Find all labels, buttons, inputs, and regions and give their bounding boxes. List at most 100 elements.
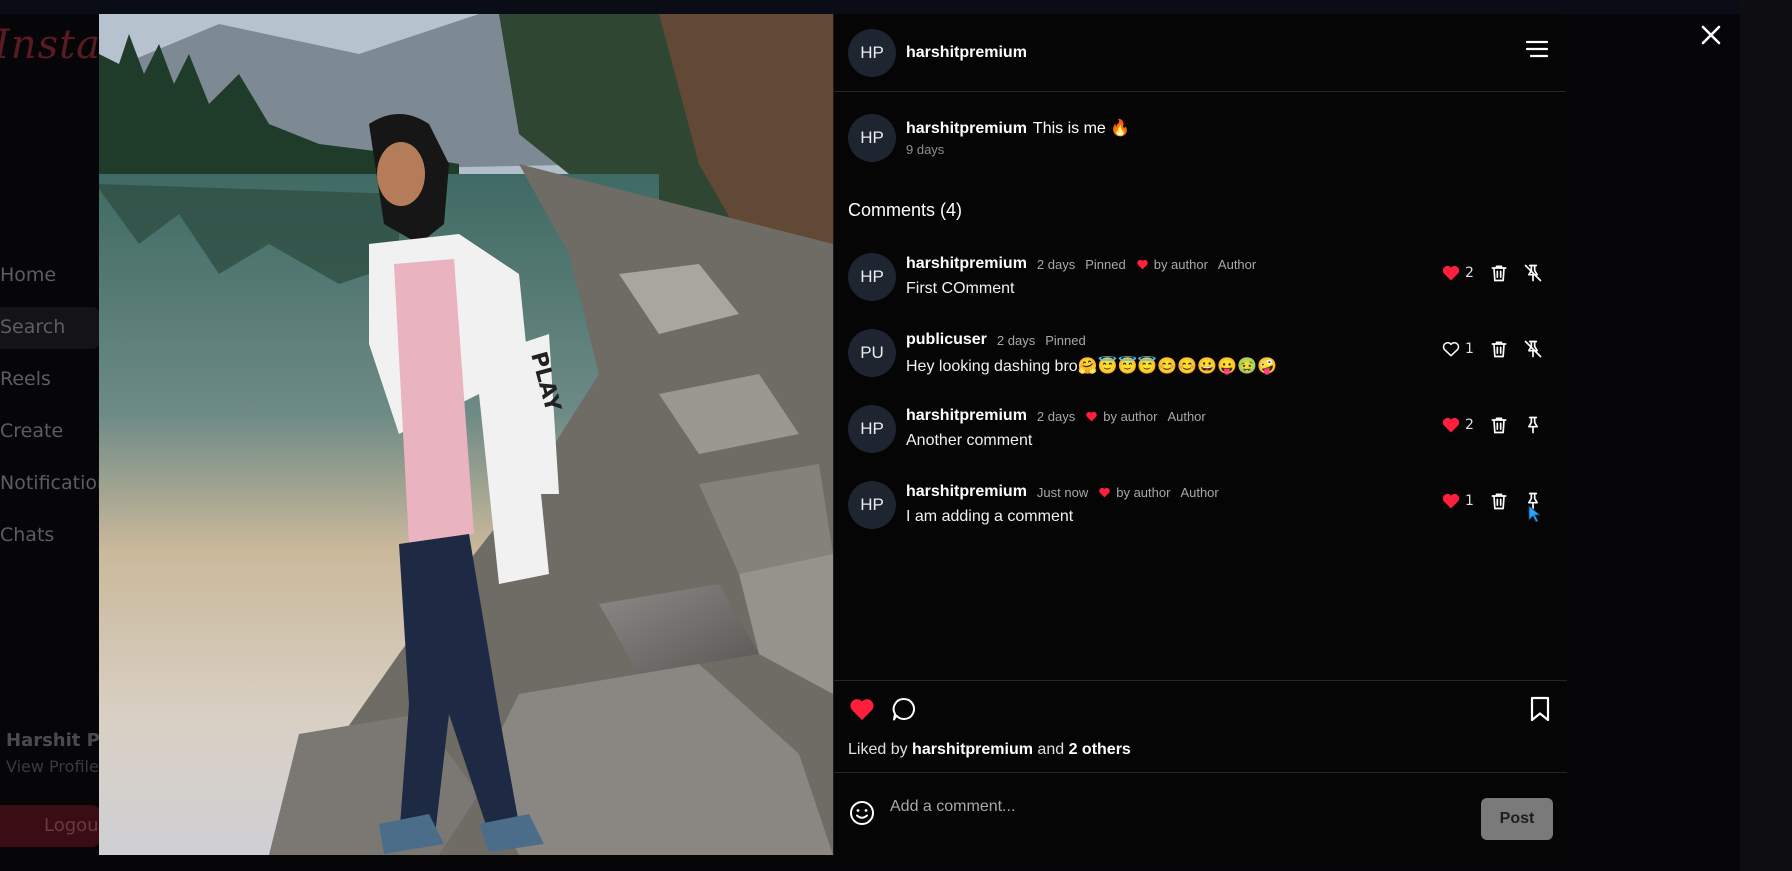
comment-actions: 2 bbox=[1441, 263, 1543, 283]
unpin-comment-button[interactable] bbox=[1523, 339, 1543, 359]
caption-text-block: harshitpremium This is me 🔥 9 days bbox=[906, 114, 1130, 162]
sidebar-profile-link[interactable]: View Profile bbox=[6, 757, 99, 776]
comment-item: HP harshitpremium Just now by author Aut… bbox=[848, 481, 1553, 537]
comment-like-button[interactable]: 1 bbox=[1441, 339, 1475, 359]
post-action-bar: Liked by harshitpremium and 2 others bbox=[834, 680, 1567, 772]
avatar[interactable]: HP bbox=[848, 481, 896, 529]
comment-like-count: 2 bbox=[1465, 417, 1474, 433]
comment-like-button[interactable]: 2 bbox=[1441, 263, 1475, 283]
comment-time: Just now bbox=[1036, 484, 1089, 500]
avatar[interactable]: HP bbox=[848, 253, 896, 301]
pinned-label: Pinned bbox=[1085, 256, 1126, 272]
right-backdrop bbox=[1740, 0, 1792, 871]
author-badge: Author bbox=[1167, 408, 1206, 424]
save-post-button[interactable] bbox=[1527, 695, 1553, 723]
comment-input[interactable] bbox=[890, 789, 1450, 825]
nav-item-reels[interactable]: Reels bbox=[0, 359, 100, 411]
trash-icon bbox=[1491, 265, 1507, 282]
like-post-button[interactable] bbox=[848, 695, 876, 723]
comments-title: Comments (4) bbox=[848, 200, 963, 220]
comment-time: 2 days bbox=[1036, 408, 1076, 424]
nav-item-search[interactable]: Search bbox=[0, 307, 100, 349]
author-badge: Author bbox=[1217, 256, 1257, 272]
trash-icon bbox=[1491, 417, 1507, 434]
pinned-label: Pinned bbox=[1045, 332, 1086, 348]
comment-like-count: 1 bbox=[1465, 493, 1474, 509]
comment-user[interactable]: publicuser bbox=[906, 331, 987, 349]
comment-user[interactable]: harshitpremium bbox=[906, 255, 1027, 273]
caption-body: This is me 🔥 bbox=[1032, 120, 1131, 137]
trash-icon bbox=[1491, 493, 1507, 510]
comment-like-button[interactable]: 1 bbox=[1441, 491, 1475, 511]
mouse-cursor-icon bbox=[1528, 505, 1542, 523]
liked-by-author-label: by author bbox=[1116, 484, 1171, 500]
nav-item-notifications[interactable]: Notifications bbox=[0, 463, 119, 515]
comment-item: HP harshitpremium 2 days by author Autho… bbox=[848, 405, 1553, 461]
avatar[interactable]: HP bbox=[848, 114, 896, 162]
liked-by-others[interactable]: 2 others bbox=[1069, 741, 1131, 758]
pin-icon bbox=[1528, 416, 1538, 434]
post-details-panel: HP harshitpremium HP harshitpremium This … bbox=[833, 14, 1567, 855]
comment-post-button[interactable] bbox=[890, 695, 918, 723]
comment-like-button[interactable]: 2 bbox=[1441, 415, 1475, 435]
nav-item-chats[interactable]: Chats bbox=[0, 515, 100, 567]
author-heart-icon bbox=[1099, 487, 1111, 497]
avatar[interactable]: HP bbox=[848, 405, 896, 453]
delete-comment-button[interactable] bbox=[1489, 339, 1509, 359]
heart-filled-icon bbox=[1442, 493, 1460, 509]
avatar[interactable]: HP bbox=[848, 28, 896, 77]
liked-by-user[interactable]: harshitpremium bbox=[912, 741, 1033, 758]
liked-by-prefix: Liked by bbox=[848, 741, 908, 758]
liked-by-author-label: by author bbox=[1103, 408, 1158, 424]
nav-item-home[interactable]: Home bbox=[0, 255, 100, 307]
post-comment-button[interactable]: Post bbox=[1481, 798, 1553, 840]
post-author[interactable]: harshitpremium bbox=[906, 44, 1027, 62]
speech-bubble-icon bbox=[892, 697, 915, 721]
unpin-icon bbox=[1524, 340, 1542, 358]
author-badge: Author bbox=[1180, 484, 1219, 500]
top-strip bbox=[0, 0, 1792, 14]
comment-user[interactable]: harshitpremium bbox=[906, 483, 1027, 501]
post-header: HP harshitpremium bbox=[834, 14, 1566, 92]
comment-item: HP harshitpremium 2 days Pinned by autho… bbox=[848, 253, 1553, 309]
comment-like-count: 1 bbox=[1465, 341, 1474, 357]
author-heart-icon bbox=[1136, 259, 1148, 269]
comment-like-count: 2 bbox=[1465, 265, 1474, 281]
caption-line: harshitpremium This is me 🔥 bbox=[906, 118, 1130, 138]
comment-time: 2 days bbox=[996, 332, 1036, 348]
heart-filled-icon bbox=[1442, 265, 1460, 281]
add-comment-box: Post bbox=[834, 772, 1567, 855]
comment-user[interactable]: harshitpremium bbox=[906, 407, 1027, 425]
bookmark-icon bbox=[1530, 696, 1550, 722]
avatar[interactable]: PU bbox=[848, 329, 896, 377]
author-heart-icon bbox=[1086, 411, 1098, 421]
background-nav: Home Search Reels Create Notifications C… bbox=[0, 255, 119, 567]
menu-icon[interactable] bbox=[1524, 36, 1550, 62]
logout-button[interactable]: Logout bbox=[0, 805, 106, 847]
post-image: PLAY bbox=[99, 14, 833, 855]
nav-item-create[interactable]: Create bbox=[0, 411, 100, 463]
post-caption: HP harshitpremium This is me 🔥 9 days bbox=[848, 114, 1130, 162]
emoji-picker-button[interactable] bbox=[848, 799, 876, 827]
delete-comment-button[interactable] bbox=[1489, 491, 1509, 511]
smiley-icon bbox=[850, 801, 874, 825]
pin-comment-button[interactable] bbox=[1523, 415, 1543, 435]
delete-comment-button[interactable] bbox=[1489, 415, 1509, 435]
comment-text: Hey looking dashing bro🤗😇😇😇😊😊😀😛🤢🤪 bbox=[906, 358, 1277, 375]
post-modal: PLAY HP harshitpremium HP harshitpremium… bbox=[99, 14, 1567, 855]
unpin-comment-button[interactable] bbox=[1523, 263, 1543, 283]
trash-icon bbox=[1491, 341, 1507, 358]
heart-filled-icon bbox=[1442, 417, 1460, 433]
comment-time: 2 days bbox=[1036, 256, 1076, 272]
heart-outline-icon bbox=[1442, 342, 1460, 357]
heart-filled-icon bbox=[850, 699, 874, 720]
close-icon[interactable] bbox=[1696, 20, 1726, 50]
delete-comment-button[interactable] bbox=[1489, 263, 1509, 283]
caption-author[interactable]: harshitpremium bbox=[906, 120, 1027, 137]
liked-by-summary: Liked by harshitpremium and 2 others bbox=[848, 741, 1131, 759]
comment-actions: 2 bbox=[1441, 415, 1543, 435]
unpin-icon bbox=[1524, 264, 1542, 282]
comment-actions: 1 bbox=[1441, 339, 1543, 359]
landscape-photo: PLAY bbox=[99, 14, 833, 855]
caption-timestamp: 9 days bbox=[906, 142, 945, 157]
